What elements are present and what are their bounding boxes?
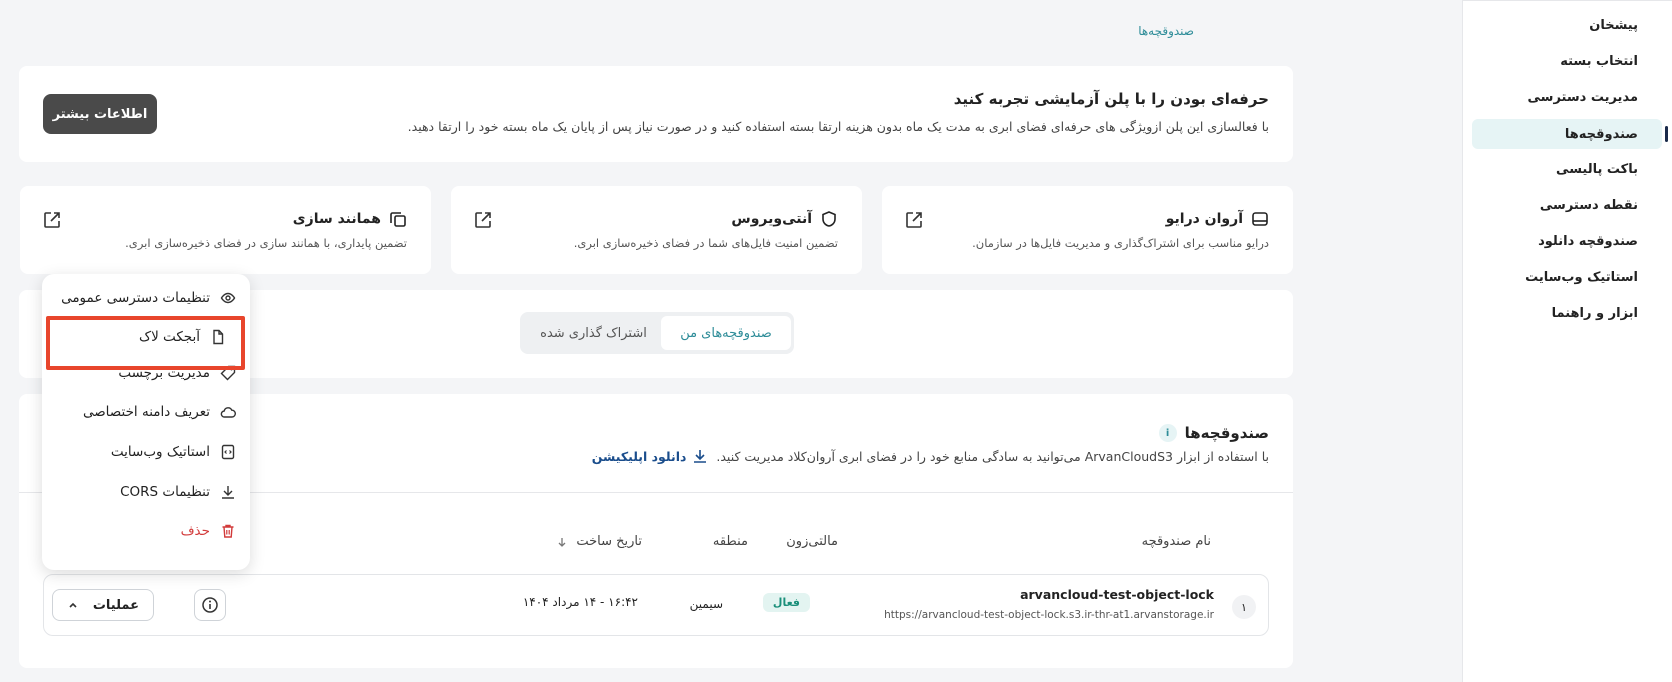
promo-card: حرفه‌ای بودن را با پلن آزمایشی تجربه کنی… — [19, 66, 1293, 162]
external-link-icon[interactable] — [42, 210, 62, 230]
bucket-info-button[interactable] — [194, 589, 226, 621]
column-header-created[interactable]: تاریخ ساخت — [556, 534, 642, 549]
sidebar-item-static-website[interactable]: استاتیک وب‌سایت — [1472, 262, 1662, 292]
feature-title: آروان درایو — [1165, 211, 1243, 227]
feature-card-drive[interactable]: آروان درایو درایو مناسب برای اشتراک‌گذار… — [882, 186, 1293, 274]
info-icon — [201, 596, 219, 614]
tab-shared[interactable]: اشتراک گذاری شده — [526, 316, 661, 350]
menu-item-static-website[interactable]: استاتیک وب‌سایت — [111, 437, 236, 467]
sidebar: پیشخان انتخاب بسته مدیریت دسترسی صندوقچه… — [1462, 0, 1672, 682]
chevron-up-icon — [67, 599, 79, 611]
shield-icon — [820, 210, 838, 228]
menu-item-custom-domain[interactable]: تعریف دامنه اختصاصی — [83, 397, 236, 427]
sidebar-item-access-point[interactable]: نقطه دسترسی — [1472, 190, 1662, 220]
feature-description: درایو مناسب برای اشتراک‌گذاری و مدیریت ف… — [972, 236, 1269, 250]
file-icon — [210, 329, 226, 345]
sidebar-item-access[interactable]: مدیریت دسترسی — [1472, 82, 1662, 112]
breadcrumb[interactable]: صندوقچه‌ها — [1138, 24, 1194, 38]
code-file-icon — [220, 444, 236, 460]
bucket-region: سیمین — [689, 597, 723, 611]
sidebar-item-plan[interactable]: انتخاب بسته — [1472, 46, 1662, 76]
column-header-multizone: مالتی‌زون — [786, 534, 838, 549]
more-info-button[interactable]: اطلاعات بیشتر — [43, 94, 157, 134]
sidebar-item-tools[interactable]: ابزار و راهنما — [1472, 298, 1662, 328]
sidebar-item-download-bucket[interactable]: صندوقچه دانلود — [1472, 226, 1662, 256]
column-header-name: نام صندوقچه — [1141, 534, 1211, 549]
download-icon — [220, 484, 236, 500]
feature-description: تضمین امنیت فایل‌های شما در فضای ذخیره‌س… — [573, 236, 838, 250]
promo-title: حرفه‌ای بودن را با پلن آزمایشی تجربه کنی… — [953, 90, 1269, 108]
trash-icon — [220, 523, 236, 539]
bucket-name[interactable]: arvancloud-test-object-lock — [1020, 587, 1214, 602]
section-title: صندوقچه‌ها — [1184, 424, 1269, 442]
tab-my-buckets[interactable]: صندوقچه‌های من — [661, 316, 791, 350]
drive-icon — [1251, 210, 1269, 228]
menu-item-public-access[interactable]: تنظیمات دسترسی عمومی — [61, 283, 236, 313]
operations-button[interactable]: عملیات — [52, 589, 154, 621]
sidebar-item-buckets[interactable]: صندوقچه‌ها — [1472, 119, 1668, 149]
sort-arrow-icon — [556, 536, 568, 548]
feature-card-replication[interactable]: همانند سازی تضمین پایداری، با همانند ساز… — [20, 186, 431, 274]
feature-title: همانند سازی — [292, 211, 381, 227]
feature-description: تضمین پایداری، با همانند سازی در فضای ذخ… — [125, 236, 407, 250]
menu-item-object-lock[interactable]: آبجکت لاک — [139, 322, 226, 352]
tag-icon — [220, 365, 236, 381]
row-index: ۱ — [1232, 595, 1256, 619]
menu-item-cors[interactable]: تنظیمات CORS — [120, 477, 236, 507]
sidebar-item-bucket-policy[interactable]: باکت پالیسی — [1472, 154, 1662, 184]
cloud-icon — [220, 404, 236, 420]
info-icon[interactable]: i — [1158, 424, 1177, 442]
menu-item-delete[interactable]: حذف — [181, 516, 236, 546]
promo-description: با فعالسازی این پلن ازویژگی های حرفه‌ای … — [407, 119, 1269, 134]
feature-title: آنتی‌ویروس — [731, 211, 812, 227]
section-description: با استفاده از ابزار ArvanCloudS3 می‌توان… — [716, 448, 1269, 464]
bucket-url: https://arvancloud-test-object-lock.s3.i… — [884, 609, 1214, 621]
bucket-created-date: ۱۶:۴۲ - ۱۴ مرداد ۱۴۰۴ — [522, 595, 638, 609]
download-app-link[interactable]: دانلود اپلیکیشن — [592, 448, 709, 464]
external-link-icon[interactable] — [904, 210, 924, 230]
operations-menu: تنظیمات دسترسی عمومی آبجکت لاک مدیریت بر… — [42, 274, 250, 570]
download-icon — [692, 448, 708, 464]
eye-icon — [220, 290, 236, 306]
column-header-region: منطقه — [712, 534, 748, 549]
copy-icon — [389, 210, 407, 228]
feature-card-antivirus[interactable]: آنتی‌ویروس تضمین امنیت فایل‌های شما در ف… — [451, 186, 862, 274]
table-row[interactable]: ۱ arvancloud-test-object-lock https://ar… — [43, 574, 1269, 636]
sidebar-item-dashboard[interactable]: پیشخان — [1472, 10, 1662, 40]
status-badge: فعال — [762, 593, 810, 612]
menu-item-tags[interactable]: مدیریت برچسب — [118, 358, 236, 388]
bucket-tabs: صندوقچه‌های من اشتراک گذاری شده — [520, 312, 794, 354]
external-link-icon[interactable] — [473, 210, 493, 230]
